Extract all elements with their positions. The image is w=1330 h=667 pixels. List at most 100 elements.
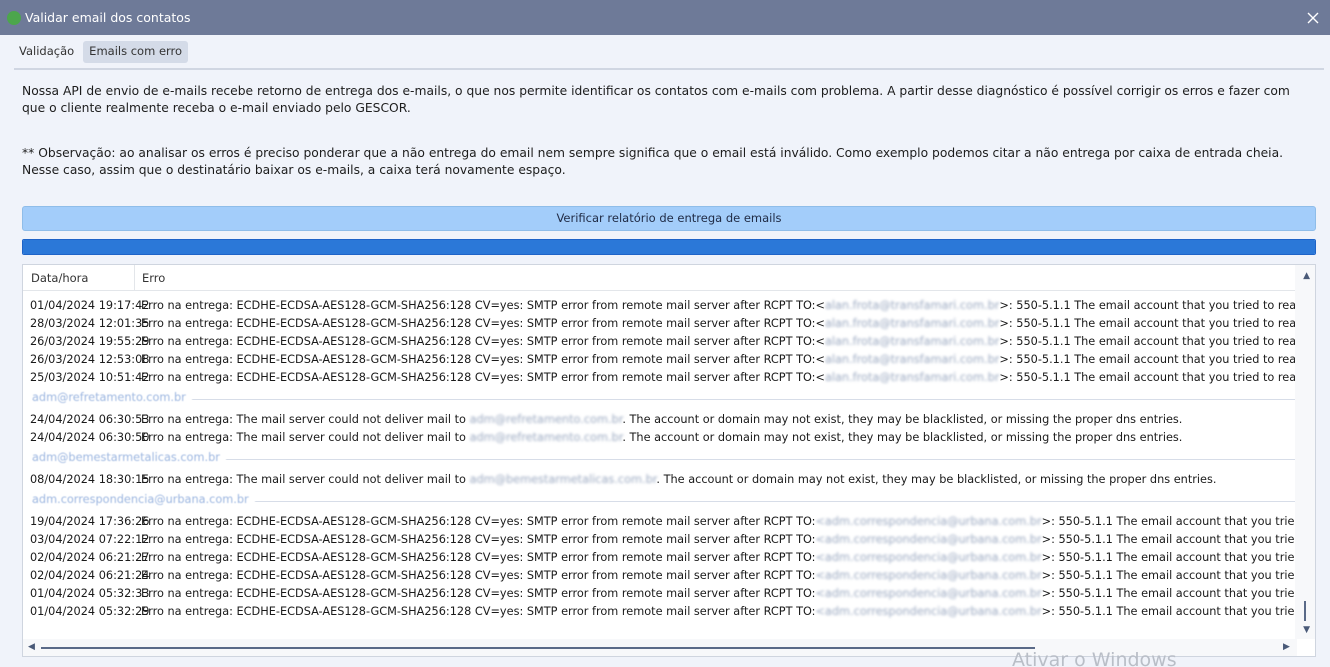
progress-fill	[23, 240, 1315, 254]
error-text: Erro na entrega: ECDHE-ECDSA-AES128-GCM-…	[141, 299, 825, 312]
table-row[interactable]: 02/04/2024 06:21:24 Erro na entrega: ECDH…	[23, 567, 1297, 585]
horizontal-scroll-thumb[interactable]	[41, 647, 1035, 649]
cell-error: Erro na entrega: ECDHE-ECDSA-AES128-GCM-…	[141, 603, 1297, 621]
error-text: Erro na entrega: ECDHE-ECDSA-AES128-GCM-…	[141, 371, 825, 384]
vertical-scrollbar[interactable]: ▲ ▼	[1295, 265, 1315, 639]
scroll-right-icon[interactable]: ▶	[1283, 642, 1290, 652]
cell-error: Erro na entrega: The mail server could n…	[141, 411, 1182, 429]
cell-error: Erro na entrega: ECDHE-ECDSA-AES128-GCM-…	[141, 585, 1297, 603]
error-text: >: 550-5.1.1 The email account that you …	[999, 353, 1297, 366]
scroll-left-icon[interactable]: ◀	[28, 642, 35, 652]
error-text: >: 550-5.1.1 The email account that you …	[999, 299, 1297, 312]
cell-error: Erro na entrega: ECDHE-ECDSA-AES128-GCM-…	[141, 315, 1297, 333]
cell-error: Erro na entrega: ECDHE-ECDSA-AES128-GCM-…	[141, 333, 1297, 351]
table-row[interactable]: 01/04/2024 19:17:42 Erro na entrega: ECDH…	[23, 297, 1297, 315]
table-row[interactable]: 08/04/2024 18:30:15 Erro na entrega: The …	[23, 471, 1297, 489]
group-separator: adm.correspondencia@urbana.com.br	[23, 489, 1297, 513]
table-row[interactable]: 26/03/2024 12:53:08 Erro na entrega: ECDH…	[23, 351, 1297, 369]
table-row[interactable]: 02/04/2024 06:21:27 Erro na entrega: ECDH…	[23, 549, 1297, 567]
errors-grid: Data/hora Erro 01/04/2024 19:17:42 Erro n…	[22, 264, 1316, 657]
scroll-down-icon[interactable]: ▼	[1303, 625, 1310, 635]
error-text: Erro na entrega: ECDHE-ECDSA-AES128-GCM-…	[141, 605, 816, 618]
cell-error: Erro na entrega: ECDHE-ECDSA-AES128-GCM-…	[141, 513, 1297, 531]
close-button[interactable]	[1301, 6, 1325, 30]
observation-text: ** Observação: ao analisar os erros é pr…	[22, 146, 1284, 177]
group-email-label: adm@bemestarmetalicas.com.br	[32, 451, 226, 464]
table-row[interactable]: 01/04/2024 05:32:33 Erro na entrega: ECDH…	[23, 585, 1297, 603]
tab-emails-com-erro[interactable]: Emails com erro	[83, 41, 189, 63]
error-text: Erro na entrega: The mail server could n…	[141, 413, 470, 426]
error-text: Erro na entrega: ECDHE-ECDSA-AES128-GCM-…	[141, 587, 816, 600]
vertical-scroll-thumb[interactable]	[1304, 601, 1306, 621]
redacted-email: <adm.correspondencia@urbana.com.br	[815, 515, 1042, 528]
cell-datetime: 26/03/2024 19:55:29	[30, 335, 150, 348]
grid-rows: 01/04/2024 19:17:42 Erro na entrega: ECDH…	[23, 291, 1297, 639]
cell-datetime: 24/04/2024 06:30:50	[30, 431, 150, 444]
progress-bar	[22, 239, 1316, 255]
error-text: >: 550-5.1.1 The email account that you …	[1041, 533, 1297, 546]
table-row[interactable]: 25/03/2024 10:51:42 Erro na entrega: ECDH…	[23, 369, 1297, 387]
verify-report-button[interactable]: Verificar relatório de entrega de emails	[22, 206, 1316, 231]
table-row[interactable]: 01/04/2024 05:32:29 Erro na entrega: ECDH…	[23, 603, 1297, 621]
redacted-email: adm@refretamento.com.br	[469, 431, 623, 444]
error-text: Erro na entrega: The mail server could n…	[141, 431, 470, 444]
error-text: Erro na entrega: ECDHE-ECDSA-AES128-GCM-…	[141, 515, 816, 528]
table-row[interactable]: 03/04/2024 07:22:12 Erro na entrega: ECDH…	[23, 531, 1297, 549]
error-text: . The account or domain may not exist, t…	[622, 413, 1183, 426]
windows-activation-watermark: Ativar o Windows	[1012, 649, 1177, 667]
redacted-email: alan.frota@transfamari.com.br	[824, 317, 1000, 330]
error-text: >: 550-5.1.1 The email account that you …	[999, 317, 1297, 330]
cell-datetime: 03/04/2024 07:22:12	[30, 533, 150, 546]
group-separator: adm@refretamento.com.br	[23, 387, 1297, 411]
redacted-email: <adm.correspondencia@urbana.com.br	[815, 533, 1042, 546]
cell-datetime: 02/04/2024 06:21:24	[30, 569, 150, 582]
error-text: >: 550-5.1.1 The email account that you …	[1041, 569, 1297, 582]
cell-datetime: 19/04/2024 17:36:26	[30, 515, 150, 528]
cell-error: Erro na entrega: ECDHE-ECDSA-AES128-GCM-…	[141, 531, 1297, 549]
cell-datetime: 28/03/2024 12:01:35	[30, 317, 150, 330]
error-text: Erro na entrega: ECDHE-ECDSA-AES128-GCM-…	[141, 533, 816, 546]
cell-datetime: 01/04/2024 05:32:33	[30, 587, 150, 600]
error-text: >: 550-5.1.1 The email account that you …	[999, 371, 1297, 384]
table-row[interactable]: 24/04/2024 06:30:50 Erro na entrega: The …	[23, 429, 1297, 447]
error-text: . The account or domain may not exist, t…	[656, 473, 1217, 486]
error-text: >: 550-5.1.1 The email account that you …	[1041, 551, 1297, 564]
cell-error: Erro na entrega: ECDHE-ECDSA-AES128-GCM-…	[141, 567, 1297, 585]
redacted-email: alan.frota@transfamari.com.br	[824, 335, 1000, 348]
error-text: >: 550-5.1.1 The email account that you …	[999, 335, 1297, 348]
error-text: >: 550-5.1.1 The email account that you …	[1041, 587, 1297, 600]
cell-error: Erro na entrega: ECDHE-ECDSA-AES128-GCM-…	[141, 369, 1297, 387]
cell-datetime: 26/03/2024 12:53:08	[30, 353, 150, 366]
title-bar: Validar email dos contatos	[0, 0, 1330, 35]
cell-error: Erro na entrega: ECDHE-ECDSA-AES128-GCM-…	[141, 297, 1297, 315]
cell-error: Erro na entrega: ECDHE-ECDSA-AES128-GCM-…	[141, 351, 1297, 369]
column-header-error[interactable]: Erro	[135, 265, 1035, 291]
column-header-datetime[interactable]: Data/hora	[23, 265, 135, 291]
redacted-email: <adm.correspondencia@urbana.com.br	[815, 551, 1042, 564]
table-row[interactable]: 24/04/2024 06:30:53 Erro na entrega: The …	[23, 411, 1297, 429]
group-email-label: adm@refretamento.com.br	[32, 391, 192, 404]
redacted-email: alan.frota@transfamari.com.br	[824, 353, 1000, 366]
redacted-email: adm@bemestarmetalicas.com.br	[469, 473, 657, 486]
error-text: Erro na entrega: ECDHE-ECDSA-AES128-GCM-…	[141, 317, 825, 330]
group-separator: adm@bemestarmetalicas.com.br	[23, 447, 1297, 471]
cell-datetime: 25/03/2024 10:51:42	[30, 371, 150, 384]
table-row[interactable]: 26/03/2024 19:55:29 Erro na entrega: ECDH…	[23, 333, 1297, 351]
tab-validacao[interactable]: Validação	[14, 41, 79, 63]
group-email-label: adm.correspondencia@urbana.com.br	[32, 493, 255, 506]
redacted-email: <adm.correspondencia@urbana.com.br	[815, 569, 1042, 582]
redacted-email: alan.frota@transfamari.com.br	[824, 299, 1000, 312]
close-icon	[1307, 12, 1319, 24]
tab-strip: Validação Emails com erro	[14, 41, 189, 63]
table-row[interactable]: 28/03/2024 12:01:35 Erro na entrega: ECDH…	[23, 315, 1297, 333]
cell-datetime: 01/04/2024 19:17:42	[30, 299, 150, 312]
tab-divider	[14, 68, 1324, 70]
group-divider	[32, 399, 1297, 400]
cell-datetime: 02/04/2024 06:21:27	[30, 551, 150, 564]
redacted-email: adm@refretamento.com.br	[469, 413, 623, 426]
cell-error: Erro na entrega: ECDHE-ECDSA-AES128-GCM-…	[141, 549, 1297, 567]
scroll-up-icon[interactable]: ▲	[1303, 271, 1310, 281]
description-text: Nossa API de envio de e-mails recebe ret…	[22, 84, 1290, 115]
error-text: Erro na entrega: The mail server could n…	[141, 473, 470, 486]
table-row[interactable]: 19/04/2024 17:36:26 Erro na entrega: ECDH…	[23, 513, 1297, 531]
